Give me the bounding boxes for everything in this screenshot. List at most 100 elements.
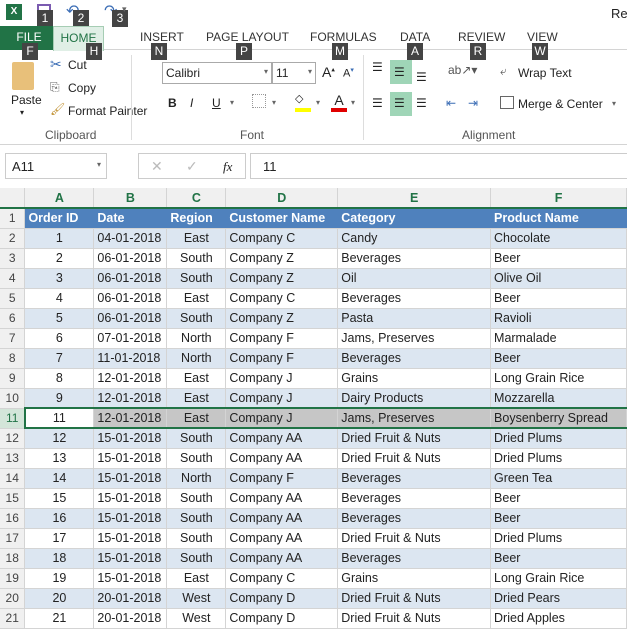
row-header[interactable]: 4 xyxy=(0,268,26,289)
cell[interactable]: 06-01-2018 xyxy=(93,248,168,269)
row-header[interactable]: 21 xyxy=(0,608,26,629)
cell[interactable]: Dried Plums xyxy=(490,428,627,449)
cell[interactable]: 8 xyxy=(24,368,95,389)
cell[interactable]: 06-01-2018 xyxy=(93,288,168,309)
italic-button[interactable]: I xyxy=(190,96,193,110)
decrease-indent-icon[interactable]: ⇤ xyxy=(446,96,456,110)
merge-dropdown-icon[interactable]: ▾ xyxy=(612,99,616,108)
select-all-button[interactable] xyxy=(0,188,26,209)
align-left-icon[interactable]: ☰ xyxy=(372,96,383,110)
cell[interactable]: 12-01-2018 xyxy=(93,388,168,409)
cell[interactable]: Company J xyxy=(225,368,339,389)
cell[interactable]: Dried Fruit & Nuts xyxy=(337,528,492,549)
cell[interactable]: 06-01-2018 xyxy=(93,268,168,289)
cell[interactable]: Beverages xyxy=(337,468,492,489)
row-header[interactable]: 10 xyxy=(0,388,26,409)
row-header[interactable]: 17 xyxy=(0,528,26,549)
row-header[interactable]: 2 xyxy=(0,228,26,249)
cell[interactable]: Beverages xyxy=(337,488,492,509)
cell[interactable]: Dairy Products xyxy=(337,388,492,409)
tab-page-layout[interactable]: PAGE LAYOUT xyxy=(206,30,289,44)
borders-dropdown-icon[interactable]: ▾ xyxy=(272,98,276,107)
cell[interactable]: South xyxy=(166,448,227,469)
insert-function-button[interactable]: fx xyxy=(223,159,232,175)
cell[interactable]: 15-01-2018 xyxy=(93,468,168,489)
cell[interactable]: 3 xyxy=(24,268,95,289)
row-header[interactable]: 5 xyxy=(0,288,26,309)
cell[interactable]: 20-01-2018 xyxy=(93,608,168,629)
cell[interactable]: Grains xyxy=(337,368,492,389)
cell[interactable]: 5 xyxy=(24,308,95,329)
cell[interactable]: South xyxy=(166,268,227,289)
fill-color-dropdown-icon[interactable]: ▾ xyxy=(316,98,320,107)
cell[interactable]: Company J xyxy=(225,408,339,429)
tab-formulas[interactable]: FORMULAS xyxy=(310,30,377,44)
cell[interactable]: Marmalade xyxy=(490,328,627,349)
underline-button[interactable]: U xyxy=(212,96,221,110)
cell[interactable]: Pasta xyxy=(337,308,492,329)
cell[interactable]: Company Z xyxy=(225,248,339,269)
row-header[interactable]: 14 xyxy=(0,468,26,489)
cell[interactable]: Dried Fruit & Nuts xyxy=(337,608,492,629)
cell[interactable]: Beer xyxy=(490,508,627,529)
cell[interactable]: East xyxy=(166,388,227,409)
cell[interactable]: 15-01-2018 xyxy=(93,448,168,469)
row-header[interactable]: 19 xyxy=(0,568,26,589)
cell[interactable]: Company F xyxy=(225,468,339,489)
column-header[interactable]: A xyxy=(24,188,95,209)
cell[interactable]: East xyxy=(166,568,227,589)
font-name-select[interactable]: Calibri ▾ xyxy=(162,62,272,84)
borders-icon[interactable] xyxy=(252,94,266,108)
cell[interactable]: Beverages xyxy=(337,288,492,309)
formula-input[interactable]: 11 xyxy=(250,153,627,179)
header-cell[interactable]: Product Name xyxy=(490,208,627,229)
cell[interactable]: South xyxy=(166,248,227,269)
cell[interactable]: 20 xyxy=(24,588,95,609)
increase-indent-icon[interactable]: ⇥ xyxy=(468,96,478,110)
name-box[interactable]: A11 ▾ xyxy=(5,153,107,179)
cell[interactable]: 4 xyxy=(24,288,95,309)
header-cell[interactable]: Category xyxy=(337,208,492,229)
cell[interactable]: 15 xyxy=(24,488,95,509)
column-header[interactable]: D xyxy=(225,188,339,209)
cell[interactable]: 15-01-2018 xyxy=(93,508,168,529)
cell[interactable]: 6 xyxy=(24,328,95,349)
row-header[interactable]: 20 xyxy=(0,588,26,609)
row-header[interactable]: 1 xyxy=(0,208,26,229)
cell[interactable]: Company F xyxy=(225,328,339,349)
cell[interactable]: 7 xyxy=(24,348,95,369)
row-header[interactable]: 8 xyxy=(0,348,26,369)
cell[interactable]: 12-01-2018 xyxy=(93,368,168,389)
cell[interactable]: Jams, Preserves xyxy=(337,328,492,349)
cell[interactable]: 12-01-2018 xyxy=(93,408,168,429)
row-header[interactable]: 13 xyxy=(0,448,26,469)
top-align-icon[interactable]: ☰ xyxy=(372,60,383,74)
orientation-icon[interactable]: ab↗▾ xyxy=(448,63,477,77)
cell[interactable]: North xyxy=(166,328,227,349)
cell[interactable]: 21 xyxy=(24,608,95,629)
cell[interactable]: North xyxy=(166,468,227,489)
bold-button[interactable]: B xyxy=(168,96,177,110)
column-header[interactable]: C xyxy=(166,188,227,209)
row-header[interactable]: 16 xyxy=(0,508,26,529)
cell[interactable]: 20-01-2018 xyxy=(93,588,168,609)
cell[interactable]: Company AA xyxy=(225,488,339,509)
cell[interactable]: Long Grain Rice xyxy=(490,568,627,589)
cell[interactable]: 04-01-2018 xyxy=(93,228,168,249)
cell[interactable]: Beverages xyxy=(337,548,492,569)
cell[interactable]: Company F xyxy=(225,348,339,369)
font-color-icon[interactable]: A xyxy=(331,92,347,112)
cell[interactable]: Dried Apples xyxy=(490,608,627,629)
column-header[interactable]: B xyxy=(93,188,168,209)
cell[interactable]: 9 xyxy=(24,388,95,409)
cell[interactable]: 12 xyxy=(24,428,95,449)
cell[interactable]: Long Grain Rice xyxy=(490,368,627,389)
cell[interactable]: Company AA xyxy=(225,448,339,469)
cell[interactable]: Beer xyxy=(490,348,627,369)
cell[interactable]: Boysenberry Spread xyxy=(490,408,627,429)
cell[interactable]: Company J xyxy=(225,388,339,409)
cell[interactable]: Company C xyxy=(225,568,339,589)
cell[interactable]: Company AA xyxy=(225,528,339,549)
row-header[interactable]: 9 xyxy=(0,368,26,389)
cell[interactable]: 14 xyxy=(24,468,95,489)
